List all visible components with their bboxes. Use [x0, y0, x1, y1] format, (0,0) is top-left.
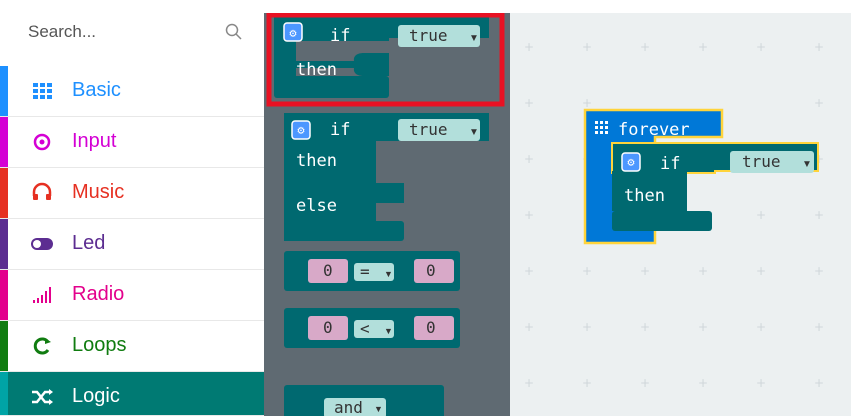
true-value: true: [742, 152, 781, 171]
search-box[interactable]: Search...: [0, 0, 264, 66]
grid-icon: [33, 83, 52, 99]
search-input[interactable]: Search...: [28, 22, 96, 42]
svg-text:+: +: [524, 264, 534, 278]
svg-text:+: +: [640, 376, 650, 390]
workspace-canvas[interactable]: ++++++ +++ ++++ +++ ++++++ ++++++ ++++++…: [510, 13, 851, 416]
svg-text:+: +: [582, 40, 592, 54]
operator-value: =: [360, 262, 370, 281]
toolbox-sidebar: Search... Basic Input Music Led Radio Lo…: [0, 0, 264, 416]
category-label: Loops: [72, 334, 127, 356]
svg-text:+: +: [756, 208, 766, 222]
and-block[interactable]: and ▼: [284, 385, 444, 416]
svg-text:+: +: [698, 40, 708, 54]
category-music[interactable]: Music: [0, 168, 264, 219]
inner-if-then-block[interactable]: ⚙ if true ▼ then: [611, 142, 819, 231]
signal-bars-icon: [33, 287, 51, 303]
category-label: Music: [72, 181, 125, 203]
svg-text:+: +: [756, 264, 766, 278]
category-label: Basic: [72, 79, 121, 101]
svg-text:+: +: [524, 208, 534, 222]
true-value: true: [409, 26, 448, 45]
then-label: then: [624, 186, 665, 206]
category-label: Logic: [72, 385, 120, 407]
category-input[interactable]: Input: [0, 117, 264, 168]
operator-value: <: [360, 319, 370, 338]
search-icon[interactable]: [224, 22, 244, 42]
svg-text:+: +: [582, 376, 592, 390]
category-logic[interactable]: Logic: [0, 372, 264, 416]
category-basic[interactable]: Basic: [0, 66, 264, 117]
category-radio[interactable]: Radio: [0, 270, 264, 321]
svg-text:+: +: [582, 320, 592, 334]
svg-text:▼: ▼: [384, 326, 393, 336]
if-label: if: [330, 120, 350, 140]
shuffle-icon: [32, 389, 53, 405]
svg-text:▼: ▼: [469, 33, 479, 44]
svg-text:+: +: [698, 376, 708, 390]
if-then-block[interactable]: ⚙ if true ▼ then: [274, 13, 489, 98]
if-label: if: [660, 154, 680, 174]
svg-text:+: +: [582, 96, 592, 110]
svg-text:+: +: [524, 152, 534, 166]
right-operand[interactable]: 0: [426, 318, 436, 337]
compare-equals-block[interactable]: 0 = ▼ 0: [284, 251, 460, 291]
else-label: else: [296, 196, 337, 216]
svg-text:⚙: ⚙: [289, 26, 297, 40]
svg-text:+: +: [524, 376, 534, 390]
svg-text:+: +: [524, 320, 534, 334]
headphones-icon: [32, 182, 52, 200]
svg-text:+: +: [524, 96, 534, 110]
svg-text:+: +: [698, 264, 708, 278]
svg-text:▼: ▼: [374, 404, 383, 414]
target-icon: [33, 133, 51, 151]
if-then-else-block[interactable]: ⚙ if true ▼ then else: [284, 113, 489, 241]
svg-text:+: +: [756, 376, 766, 390]
then-label: then: [296, 151, 337, 171]
svg-text:+: +: [756, 320, 766, 334]
svg-text:+: +: [640, 320, 650, 334]
category-led[interactable]: Led: [0, 219, 264, 270]
category-loops[interactable]: Loops: [0, 321, 264, 372]
svg-text:+: +: [698, 320, 708, 334]
and-value: and: [334, 398, 363, 416]
left-operand[interactable]: 0: [323, 261, 333, 280]
svg-text:▼: ▼: [802, 159, 812, 170]
svg-text:+: +: [814, 40, 824, 54]
category-label: Led: [72, 232, 106, 254]
true-value: true: [409, 120, 448, 139]
category-label: Input: [72, 130, 117, 152]
svg-text:+: +: [640, 264, 650, 278]
if-label: if: [330, 26, 350, 46]
forever-label: forever: [618, 120, 690, 140]
svg-text:+: +: [814, 376, 824, 390]
svg-text:+: +: [756, 40, 766, 54]
toggle-icon: [31, 238, 53, 250]
svg-text:▼: ▼: [384, 269, 393, 279]
svg-text:⚙: ⚙: [297, 123, 305, 137]
svg-text:⚙: ⚙: [627, 155, 635, 169]
loop-icon: [33, 337, 51, 355]
svg-text:+: +: [814, 264, 824, 278]
right-operand[interactable]: 0: [426, 261, 436, 280]
svg-text:▼: ▼: [469, 127, 479, 138]
grid-icon: [595, 121, 608, 134]
svg-text:+: +: [814, 320, 824, 334]
block-flyout: ⚙ if true ▼ then ⚙ if true ▼ then else 0…: [264, 13, 510, 416]
svg-text:+: +: [524, 40, 534, 54]
svg-text:+: +: [640, 40, 650, 54]
svg-text:+: +: [814, 208, 824, 222]
category-label: Radio: [72, 283, 125, 305]
svg-text:+: +: [814, 96, 824, 110]
left-operand[interactable]: 0: [323, 318, 333, 337]
then-label: then: [296, 60, 337, 80]
svg-text:+: +: [582, 264, 592, 278]
compare-less-block[interactable]: 0 < ▼ 0: [284, 308, 460, 348]
